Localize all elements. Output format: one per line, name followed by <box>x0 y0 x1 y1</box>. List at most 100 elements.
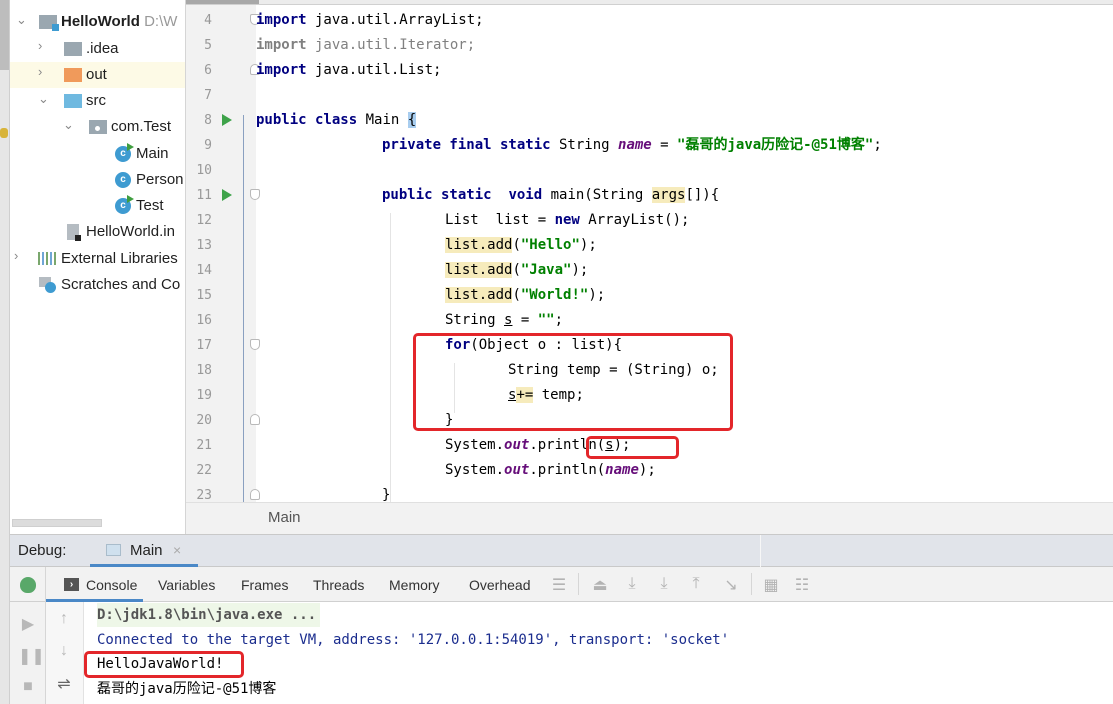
class-icon: c <box>115 172 131 188</box>
debug-tool-window-header: Debug: Main × <box>10 534 1113 567</box>
tree-item-test[interactable]: c Test <box>10 193 185 219</box>
bug-icon[interactable] <box>20 577 36 593</box>
chevron-down-icon[interactable]: ⌄ <box>63 118 74 131</box>
line-number: 12 <box>196 213 212 228</box>
line-number: 15 <box>196 288 212 303</box>
line-number: 7 <box>204 88 212 103</box>
menu-icon[interactable]: ☰ <box>550 575 568 595</box>
close-icon[interactable]: × <box>173 542 181 558</box>
tree-item-project[interactable]: ⌄ HelloWorld D:\W <box>10 9 185 35</box>
debug-toolbar: › Console Variables Frames Threads Memor… <box>10 567 1113 602</box>
line-number: 18 <box>196 363 212 378</box>
code-line-6: import java.util.List; <box>256 62 442 78</box>
tab-overhead[interactable]: Overhead <box>469 577 530 593</box>
editor-tab-active[interactable] <box>186 0 259 4</box>
evaluate-expression-icon[interactable]: ▦ <box>762 575 780 595</box>
tree-item-idea[interactable]: › .idea <box>10 36 185 62</box>
structure-tool-tab[interactable] <box>0 640 9 704</box>
left-tool-stripe <box>0 0 10 704</box>
tree-item-external-libraries[interactable]: › External Libraries <box>10 246 185 272</box>
project-tree: ⌄ HelloWorld D:\W › .idea › out ⌄ src ⌄ … <box>10 0 186 534</box>
tree-item-label: Main <box>136 145 169 162</box>
window-icon <box>106 544 121 556</box>
step-out-icon[interactable]: ⤒ <box>687 575 705 593</box>
line-number: 4 <box>204 13 212 28</box>
code-line-14: list.add("Java"); <box>445 262 589 278</box>
code-line-5: import java.util.Iterator; <box>256 37 476 53</box>
annotation-box-println <box>586 436 679 459</box>
console-output[interactable]: D:\jdk1.8\bin\java.exe ... Connected to … <box>84 602 1113 704</box>
debug-session-tab[interactable]: Main × <box>90 535 198 567</box>
code-line-22: System.out.println(name); <box>445 462 656 478</box>
line-number: 16 <box>196 313 212 328</box>
down-arrow-icon[interactable]: ↓ <box>54 642 74 660</box>
scratches-icon <box>39 277 57 293</box>
tree-item-person[interactable]: c Person <box>10 167 185 193</box>
chevron-right-icon[interactable]: › <box>38 39 48 52</box>
tree-item-package[interactable]: ⌄ com.Test <box>10 114 185 140</box>
console-side-controls: ↑ ↓ ⇌ <box>46 602 84 704</box>
project-folder-icon <box>39 15 59 31</box>
code-line-13: list.add("Hello"); <box>445 237 597 253</box>
console-line-command: D:\jdk1.8\bin\java.exe ... <box>97 603 321 627</box>
line-number: 11 <box>196 188 212 203</box>
tree-item-label: Person <box>136 171 184 188</box>
tab-threads[interactable]: Threads <box>313 577 364 593</box>
pause-icon[interactable]: ❚❚ <box>18 646 45 666</box>
run-class-icon[interactable] <box>222 114 232 126</box>
tree-item-label: HelloWorld.in <box>86 223 175 240</box>
console-line-connected: Connected to the target VM, address: '12… <box>97 632 730 648</box>
line-number: 8 <box>204 113 212 128</box>
chevron-down-icon[interactable]: ⌄ <box>16 13 27 26</box>
tree-item-out[interactable]: › out <box>10 62 185 88</box>
project-tool-tab[interactable] <box>0 0 9 70</box>
code-area[interactable]: import java.util.ArrayList; import java.… <box>256 5 1113 502</box>
line-number: 22 <box>196 463 212 478</box>
tab-memory[interactable]: Memory <box>389 577 440 593</box>
tab-console[interactable]: Console <box>86 577 137 593</box>
tree-item-main[interactable]: c Main <box>10 141 185 167</box>
soft-wrap-icon[interactable]: ⇌ <box>54 674 74 694</box>
code-line-4: import java.util.ArrayList; <box>256 12 484 28</box>
tree-horizontal-scrollbar[interactable] <box>12 519 102 527</box>
resume-icon[interactable]: ▶ <box>18 614 38 634</box>
tab-frames[interactable]: Frames <box>241 577 288 593</box>
divider <box>760 535 761 567</box>
tree-item-label: Scratches and Co <box>61 276 181 293</box>
toolbar-separator <box>578 573 579 595</box>
show-execution-point-icon[interactable]: ⏏ <box>591 575 609 595</box>
run-main-icon[interactable] <box>222 189 232 201</box>
chevron-right-icon[interactable]: › <box>38 65 48 78</box>
package-icon <box>89 120 107 134</box>
editor-breadcrumb: Main <box>186 502 1113 534</box>
learn-icon[interactable] <box>0 128 8 138</box>
tree-item-label: .idea <box>86 40 119 57</box>
chevron-down-icon[interactable]: ⌄ <box>38 92 49 105</box>
excluded-folder-icon <box>64 68 82 82</box>
tab-variables[interactable]: Variables <box>158 577 215 593</box>
step-into-icon[interactable]: ⤓ <box>655 575 673 593</box>
debug-session-label: Main <box>130 542 163 559</box>
trace-icon[interactable]: ☷ <box>793 575 811 595</box>
chevron-right-icon[interactable]: › <box>14 249 24 262</box>
tree-item-iml[interactable]: HelloWorld.in <box>10 219 185 245</box>
debug-side-controls: ▶ ❚❚ ■ <box>10 602 46 704</box>
annotation-box-output <box>84 651 244 678</box>
tree-item-label: out <box>86 66 107 83</box>
source-folder-icon <box>64 94 82 108</box>
run-to-cursor-icon[interactable]: ↘ <box>722 575 740 595</box>
line-number: 20 <box>196 413 212 428</box>
gutter-scope-line <box>243 115 244 507</box>
step-over-icon[interactable]: ⤓ <box>623 575 641 593</box>
code-line-16: String s = ""; <box>445 312 564 328</box>
stop-icon[interactable]: ■ <box>18 678 38 696</box>
tree-item-scratches[interactable]: Scratches and Co <box>10 272 185 298</box>
tree-item-src[interactable]: ⌄ src <box>10 88 185 114</box>
runnable-class-icon: c <box>115 143 134 162</box>
debug-left-column <box>10 567 46 602</box>
breadcrumb-item[interactable]: Main <box>268 509 301 526</box>
code-editor[interactable]: 4 5 6 7 8 9 10 11 12 13 14 15 16 17 18 1… <box>186 0 1113 534</box>
tree-item-label: src <box>86 92 106 109</box>
up-arrow-icon[interactable]: ↑ <box>54 610 74 628</box>
toolbar-separator <box>751 573 752 595</box>
